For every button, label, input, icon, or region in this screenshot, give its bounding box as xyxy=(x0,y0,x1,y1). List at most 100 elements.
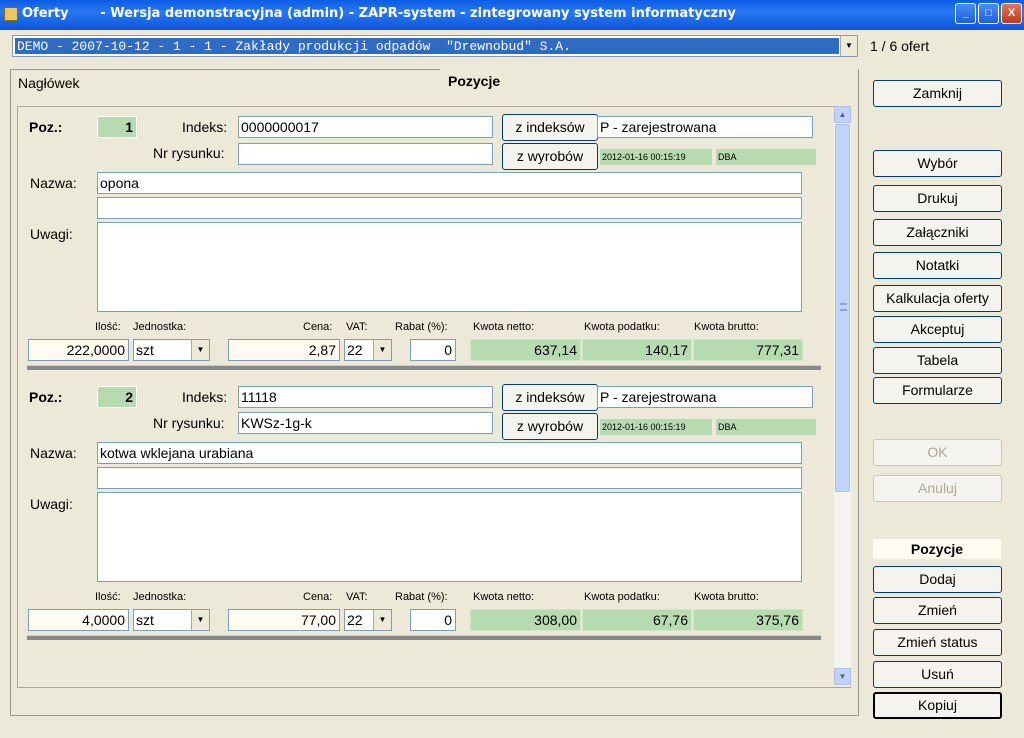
jednostka-value: szt xyxy=(136,342,154,358)
rabat-label: Rabat (%): xyxy=(395,321,448,333)
zamknij-button[interactable]: Zamknij xyxy=(873,80,1002,107)
jednostka-select[interactable]: szt ▼ xyxy=(133,609,210,631)
ok-button[interactable]: OK xyxy=(873,439,1002,466)
kwota-netto-label: Kwota netto: xyxy=(473,321,535,333)
status-field: P - zarejestrowana xyxy=(597,386,813,408)
tab-naglowek[interactable]: Nagłówek xyxy=(18,75,79,91)
notatki-button[interactable]: Notatki xyxy=(873,252,1002,279)
indeks-field[interactable]: 0000000017 xyxy=(238,116,493,138)
kopiuj-button[interactable]: Kopiuj xyxy=(873,692,1002,719)
cena-field[interactable]: 2,87 xyxy=(228,339,340,361)
window-title: Oferty - Wersja demonstracyjna (admin) -… xyxy=(22,6,736,21)
chevron-down-icon[interactable]: ▼ xyxy=(191,340,209,360)
rabat-label: Rabat (%): xyxy=(395,591,448,603)
kwota-podatku-label: Kwota podatku: xyxy=(584,321,660,333)
nazwa2-field[interactable] xyxy=(97,197,802,219)
timestamp-field: 2012-01-16 00:15:19 xyxy=(600,419,712,435)
tab-pozycje[interactable]: Pozycje xyxy=(440,68,858,97)
ilosc-field[interactable]: 222,0000 xyxy=(28,339,129,361)
cena-label: Cena: xyxy=(303,321,333,333)
close-button[interactable]: X xyxy=(1001,3,1022,24)
nr-rysunku-field[interactable]: KWSz-1g-k xyxy=(238,412,493,434)
position-number: 2 xyxy=(97,386,137,408)
kalkulacja-oferty-button[interactable]: Kalkulacja oferty xyxy=(873,285,1002,312)
maximize-button[interactable]: □ xyxy=(978,3,999,24)
vat-select[interactable]: 22 ▼ xyxy=(344,339,392,361)
kwota-netto-label: Kwota netto: xyxy=(473,591,535,603)
nazwa-label: Nazwa: xyxy=(30,175,77,191)
drukuj-button[interactable]: Drukuj xyxy=(873,185,1002,212)
nr-rysunku-field[interactable] xyxy=(238,143,493,165)
zmien-status-button[interactable]: Zmień status xyxy=(873,629,1002,656)
offer-select[interactable]: DEMO - 2007-10-12 - 1 - 1 - Zakłady prod… xyxy=(12,35,858,57)
poz-label: Poz.: xyxy=(29,119,63,135)
zalaczniki-button[interactable]: Załączniki xyxy=(873,219,1002,246)
jednostka-value: szt xyxy=(136,612,154,628)
kwota-podatku-field: 140,17 xyxy=(582,339,692,361)
scroll-thumb[interactable] xyxy=(835,124,850,492)
chevron-down-icon[interactable]: ▼ xyxy=(373,610,391,630)
nr-rysunku-label: Nr rysunku: xyxy=(153,145,225,161)
scroll-up-icon[interactable]: ▲ xyxy=(834,106,851,123)
wybor-button[interactable]: Wybór xyxy=(873,150,1002,177)
z-indeksow-button[interactable]: z indeksów xyxy=(502,384,598,411)
uwagi-field[interactable] xyxy=(97,222,802,312)
formularze-button[interactable]: Formularze xyxy=(873,377,1002,404)
app-icon xyxy=(4,7,18,21)
nazwa2-field[interactable] xyxy=(97,467,802,489)
kwota-brutto-label: Kwota brutto: xyxy=(694,321,759,333)
ilosc-field[interactable]: 4,0000 xyxy=(28,609,129,631)
z-indeksow-button[interactable]: z indeksów xyxy=(502,114,598,141)
jednostka-select[interactable]: szt ▼ xyxy=(133,339,210,361)
offer-select-value: DEMO - 2007-10-12 - 1 - 1 - Zakłady prod… xyxy=(15,38,839,54)
vat-select[interactable]: 22 ▼ xyxy=(344,609,392,631)
rabat-field[interactable]: 0 xyxy=(410,609,456,631)
vertical-scrollbar[interactable]: ▲ ▼ xyxy=(834,106,851,686)
scroll-down-icon[interactable]: ▼ xyxy=(834,668,851,685)
title-bar: Oferty - Wersja demonstracyjna (admin) -… xyxy=(0,0,1024,30)
uwagi-label: Uwagi: xyxy=(30,226,73,242)
cena-field[interactable]: 77,00 xyxy=(228,609,340,631)
dodaj-button[interactable]: Dodaj xyxy=(873,566,1002,593)
kwota-brutto-field: 375,76 xyxy=(693,609,803,631)
ilosc-label: Ilość: xyxy=(95,591,121,603)
kwota-podatku-field: 67,76 xyxy=(582,609,692,631)
rabat-field[interactable]: 0 xyxy=(410,339,456,361)
user-field: DBA xyxy=(716,419,816,435)
position-separator xyxy=(27,365,821,370)
anuluj-button[interactable]: Anuluj xyxy=(873,475,1002,502)
pozycje-section-title: Pozycje xyxy=(873,539,1001,559)
kwota-netto-field: 637,14 xyxy=(470,339,581,361)
tabela-button[interactable]: Tabela xyxy=(873,347,1002,374)
vat-value: 22 xyxy=(347,612,363,628)
nr-rysunku-label: Nr rysunku: xyxy=(153,415,225,431)
status-field: P - zarejestrowana xyxy=(597,116,813,138)
jednostka-label: Jednostka: xyxy=(133,591,187,603)
position-number: 1 xyxy=(97,116,137,138)
nazwa-label: Nazwa: xyxy=(30,445,77,461)
uwagi-label: Uwagi: xyxy=(30,496,73,512)
chevron-down-icon[interactable]: ▼ xyxy=(373,340,391,360)
minimize-button[interactable]: _ xyxy=(955,3,976,24)
z-wyrobow-button[interactable]: z wyrobów xyxy=(502,143,598,170)
z-wyrobow-button[interactable]: z wyrobów xyxy=(502,413,598,440)
chevron-down-icon[interactable]: ▼ xyxy=(840,36,857,56)
user-field: DBA xyxy=(716,149,816,165)
ilosc-label: Ilość: xyxy=(95,321,121,333)
zmien-button[interactable]: Zmień xyxy=(873,597,1002,624)
indeks-field[interactable]: 11118 xyxy=(238,386,493,408)
indeks-label: Indeks: xyxy=(182,389,228,405)
indeks-label: Indeks: xyxy=(182,119,228,135)
kwota-brutto-field: 777,31 xyxy=(693,339,803,361)
usun-button[interactable]: Usuń xyxy=(873,661,1002,688)
nazwa-field[interactable]: kotwa wklejana urabiana xyxy=(97,442,802,464)
chevron-down-icon[interactable]: ▼ xyxy=(191,610,209,630)
position-separator xyxy=(27,635,821,640)
uwagi-field[interactable] xyxy=(97,492,802,582)
cena-label: Cena: xyxy=(303,591,333,603)
poz-label: Poz.: xyxy=(29,389,63,405)
nazwa-field[interactable]: opona xyxy=(97,172,802,194)
kwota-brutto-label: Kwota brutto: xyxy=(694,591,759,603)
akceptuj-button[interactable]: Akceptuj xyxy=(873,316,1002,343)
kwota-netto-field: 308,00 xyxy=(470,609,581,631)
